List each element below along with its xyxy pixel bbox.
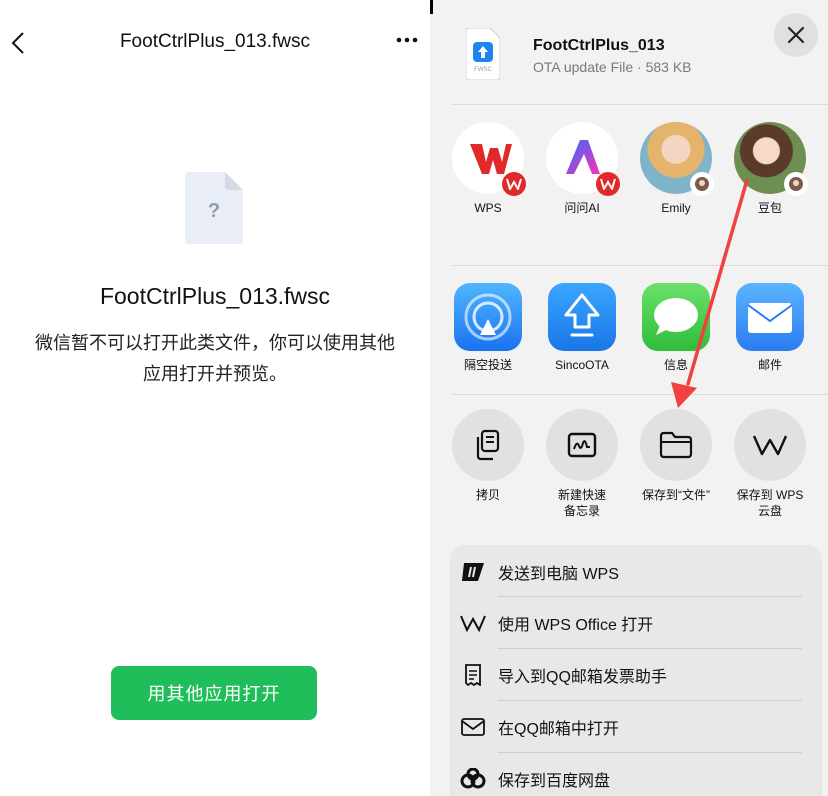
file-thumbnail: FWSC <box>465 27 501 81</box>
messages-icon <box>642 283 710 351</box>
unknown-file-icon: ? <box>185 172 243 244</box>
baidu-netdisk-icon <box>458 766 488 792</box>
wenwen-ai-app-icon <box>546 122 620 196</box>
wps-badge-icon <box>502 172 526 196</box>
file-icon-glyph: ? <box>207 200 221 222</box>
airdrop-icon <box>454 283 522 351</box>
share-app-sincoota[interactable]: SincoOTA <box>534 281 630 373</box>
page-title: FootCtrlPlus_013.fwsc <box>119 31 311 52</box>
share-app-label: 邮件 <box>757 358 782 372</box>
action-save-to-wps-cloud[interactable]: 保存到 WPS 云盘 <box>722 409 818 519</box>
unsupported-file-message: 微信暂不可以打开此类文件，你可以使用其他应用打开并预览。 <box>35 333 395 384</box>
menu-item-label: 使用 WPS Office 打开 <box>498 617 654 634</box>
chevron-left-icon[interactable] <box>8 30 30 56</box>
menu-item-label: 发送到电脑 WPS <box>498 566 619 583</box>
close-button[interactable] <box>774 13 818 57</box>
divider <box>452 104 828 105</box>
menu-item-label: 保存到百度网盘 <box>498 773 611 790</box>
wps-logo-icon <box>458 610 488 636</box>
doubao-app-icon <box>734 122 808 196</box>
share-file-title: FootCtrlPlus_013 <box>533 37 665 54</box>
open-with-other-app-button[interactable]: 用其他应用打开 <box>111 666 317 720</box>
share-app-messages[interactable]: 信息 <box>628 281 724 373</box>
menu-item-label: 在QQ邮箱中打开 <box>498 721 619 738</box>
copy-icon <box>452 409 524 481</box>
action-copy[interactable]: 拷贝 <box>440 409 536 503</box>
share-target-wps[interactable]: WPS <box>440 122 536 216</box>
share-actions-menu: 发送到电脑 WPS 使用 WPS Office 打开 导入到QQ邮箱发票助手 在… <box>450 545 822 796</box>
share-app-label: SincoOTA <box>555 358 609 372</box>
share-app-mail[interactable]: 邮件 <box>722 281 818 373</box>
wps-pc-icon <box>458 559 488 585</box>
share-target-label: WPS <box>474 201 502 215</box>
wechat-contact-badge-icon <box>784 172 808 196</box>
wechat-file-preview: FootCtrlPlus_013.fwsc ? FootCtrlPlus_013… <box>0 0 430 796</box>
wps-badge-icon <box>596 172 620 196</box>
menu-item-save-to-baidu-netdisk[interactable]: 保存到百度网盘 <box>450 753 822 796</box>
menu-item-label: 导入到QQ邮箱发票助手 <box>498 669 667 686</box>
share-target-label: Emily <box>661 201 691 215</box>
file-thumbnail-caption: FWSC <box>474 67 492 73</box>
menu-item-import-qq-invoice[interactable]: 导入到QQ邮箱发票助手 <box>450 649 822 701</box>
action-label-line1: 保存到 WPS <box>736 488 804 502</box>
menu-item-open-in-qq-mail[interactable]: 在QQ邮箱中打开 <box>450 701 822 753</box>
receipt-icon <box>458 662 488 688</box>
share-sheet: FWSC FootCtrlPlus_013 OTA update File · … <box>430 0 828 796</box>
action-label-line1: 新建快速 <box>557 488 606 502</box>
action-label: 拷贝 <box>475 488 500 502</box>
more-icon[interactable] <box>394 30 420 50</box>
share-app-label: 隔空投送 <box>463 358 512 372</box>
mail-icon <box>736 283 804 351</box>
wps-cloud-icon <box>734 409 806 481</box>
share-app-airdrop[interactable]: 隔空投送 <box>440 281 536 373</box>
divider <box>452 394 828 395</box>
action-label-line2: 云盘 <box>757 504 782 518</box>
action-new-quick-note[interactable]: 新建快速 备忘录 <box>534 409 630 519</box>
close-icon <box>787 26 805 44</box>
share-target-wenwen-ai[interactable]: 问问AI <box>534 122 630 216</box>
action-label: 保存到“文件” <box>642 488 710 502</box>
share-file-subtitle: OTA update File · 583 KB <box>533 59 692 75</box>
wps-app-icon <box>452 122 526 196</box>
envelope-icon <box>458 714 488 740</box>
share-target-emily[interactable]: Emily <box>628 122 724 216</box>
share-target-label: 问问AI <box>564 201 600 215</box>
share-app-label: 信息 <box>663 358 688 372</box>
sincoota-icon <box>548 283 616 351</box>
action-label-line2: 备忘录 <box>563 504 600 518</box>
contact-avatar-emily <box>640 122 714 196</box>
divider <box>452 265 828 266</box>
action-save-to-files[interactable]: 保存到“文件” <box>628 409 724 503</box>
quick-note-icon <box>546 409 618 481</box>
share-target-label: 豆包 <box>757 201 782 215</box>
menu-item-open-in-wps-office[interactable]: 使用 WPS Office 打开 <box>450 597 822 649</box>
share-target-doubao[interactable]: 豆包 <box>722 122 818 216</box>
file-name: FootCtrlPlus_013.fwsc <box>99 283 331 309</box>
wechat-contact-badge-icon <box>690 172 714 196</box>
folder-icon <box>640 409 712 481</box>
menu-item-send-to-pc-wps[interactable]: 发送到电脑 WPS <box>450 546 822 598</box>
